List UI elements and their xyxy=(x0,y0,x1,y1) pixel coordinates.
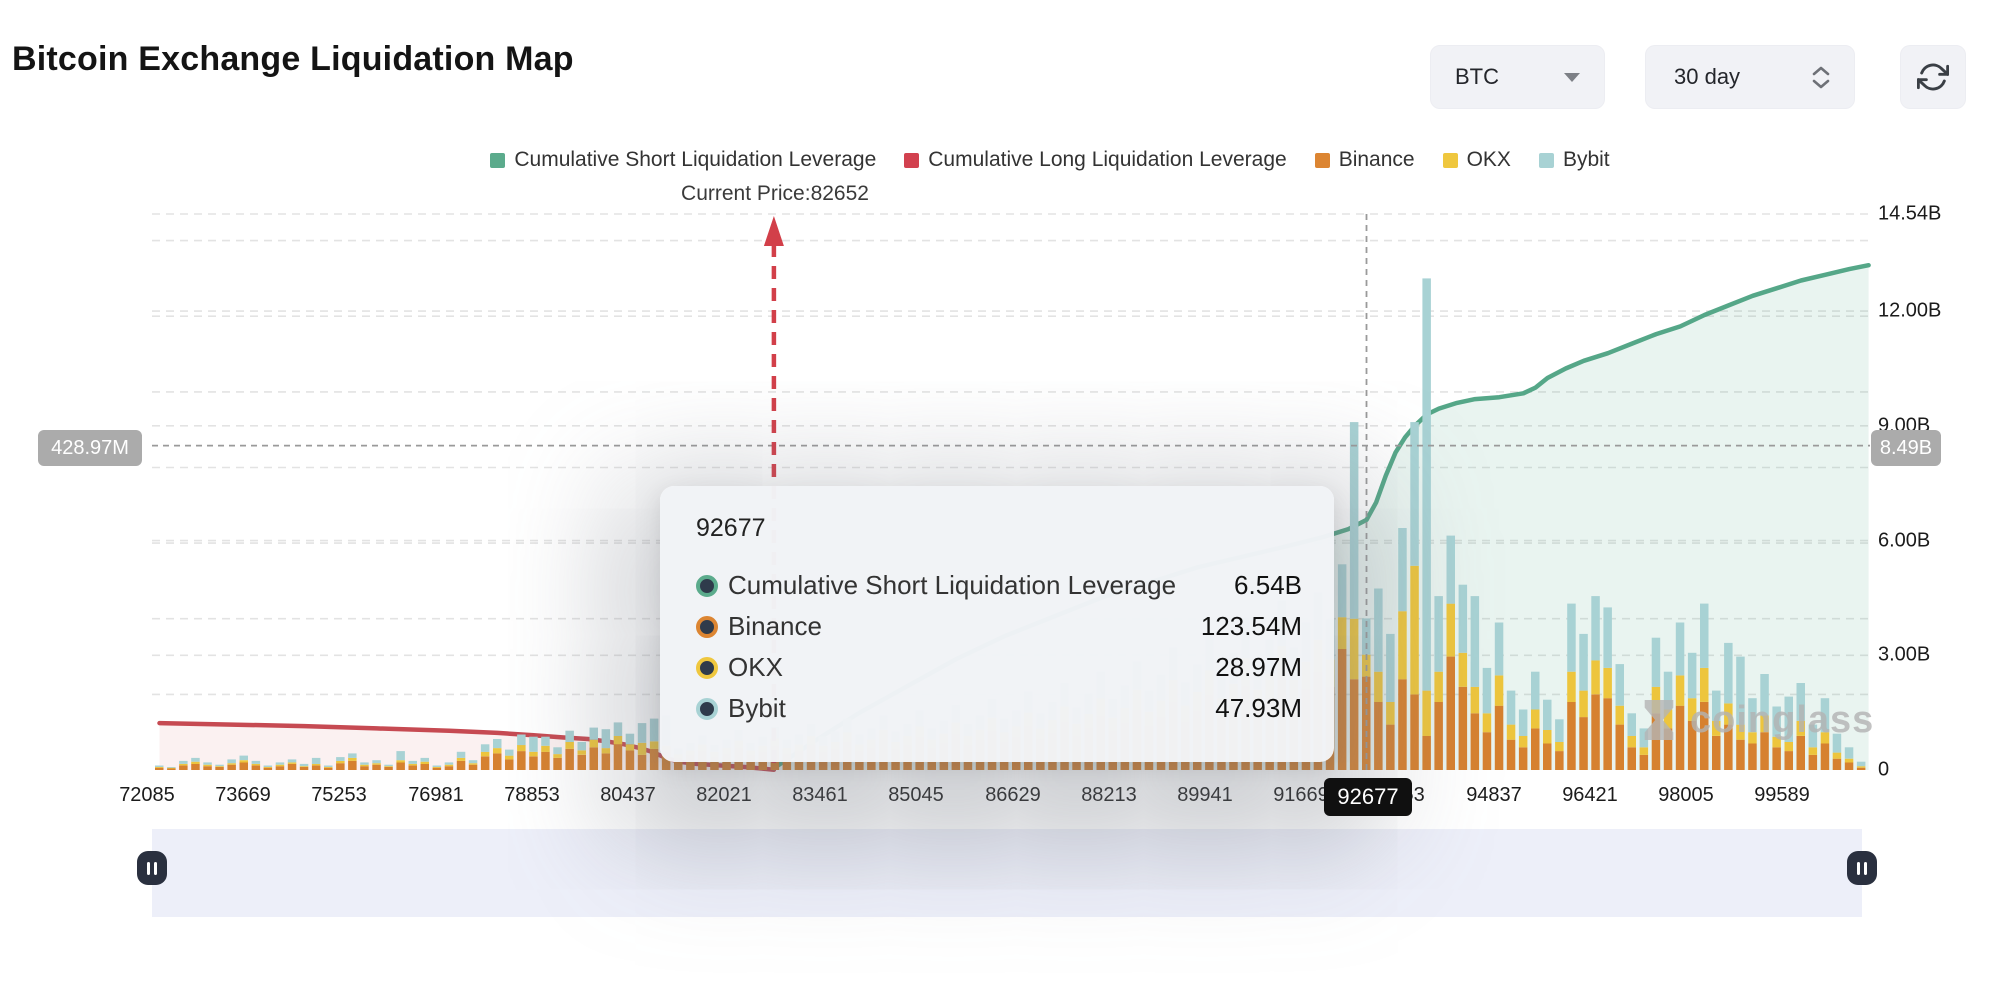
right-axis-tick: 0 xyxy=(1878,759,1889,782)
series-ring-icon xyxy=(696,575,718,597)
brush-handle-right[interactable] xyxy=(1847,851,1877,885)
coin-select-value: BTC xyxy=(1455,64,1499,90)
chart-legend: Cumulative Short Liquidation Leverage Cu… xyxy=(100,148,2000,172)
legend-swatch xyxy=(490,153,505,168)
watermark-text: coinglass xyxy=(1690,699,1874,742)
legend-item-binance[interactable]: Binance xyxy=(1315,148,1415,172)
right-axis-tick: 6.00B xyxy=(1878,530,1930,553)
page-title: Bitcoin Exchange Liquidation Map xyxy=(12,40,574,79)
right-axis-tick: 14.54B xyxy=(1878,203,1941,226)
legend-label: Binance xyxy=(1339,148,1415,172)
x-axis-tick: 75253 xyxy=(311,784,367,807)
x-axis-tick: 82021 xyxy=(696,784,752,807)
legend-label: Cumulative Long Liquidation Leverage xyxy=(928,148,1286,172)
legend-label: Bybit xyxy=(1563,148,1610,172)
tooltip-price: 92677 xyxy=(696,514,1302,543)
crosshair-x-badge: 92677 xyxy=(1324,778,1412,816)
x-axis-tick: 89941 xyxy=(1177,784,1233,807)
legend-swatch xyxy=(1443,153,1458,168)
range-select[interactable]: 30 day xyxy=(1645,45,1855,109)
x-axis-tick: 91669 xyxy=(1273,784,1329,807)
legend-label: Cumulative Short Liquidation Leverage xyxy=(514,148,876,172)
refresh-button[interactable] xyxy=(1900,45,1966,109)
x-axis-tick: 86629 xyxy=(985,784,1041,807)
right-axis-tick: 3.00B xyxy=(1878,644,1930,667)
x-axis-tick: 98005 xyxy=(1658,784,1714,807)
series-ring-icon xyxy=(696,616,718,638)
x-axis-tick: 83461 xyxy=(792,784,848,807)
x-axis-tick: 72085 xyxy=(119,784,175,807)
series-ring-icon xyxy=(696,698,718,720)
x-axis-tick: 80437 xyxy=(600,784,656,807)
crosshair-right-badge: 8.49B xyxy=(1871,430,1941,466)
watermark: coinglass xyxy=(1638,697,1874,743)
legend-swatch xyxy=(1315,153,1330,168)
refresh-icon xyxy=(1917,61,1949,93)
zoom-brush-track[interactable] xyxy=(152,829,1862,917)
legend-label: OKX xyxy=(1467,148,1511,172)
legend-item-cumulative-long[interactable]: Cumulative Long Liquidation Leverage xyxy=(904,148,1286,172)
legend-swatch xyxy=(1539,153,1554,168)
tooltip-row-short-leverage: Cumulative Short Liquidation Leverage 6.… xyxy=(696,565,1302,606)
series-ring-icon xyxy=(696,657,718,679)
coin-select[interactable]: BTC xyxy=(1430,45,1605,109)
chevron-down-icon xyxy=(1564,73,1580,82)
x-axis-tick: 73669 xyxy=(215,784,271,807)
legend-item-okx[interactable]: OKX xyxy=(1443,148,1511,172)
x-axis-tick: 96421 xyxy=(1562,784,1618,807)
liquidation-map-page: Bitcoin Exchange Liquidation Map BTC 30 … xyxy=(0,0,2000,985)
x-axis-tick: 76981 xyxy=(408,784,464,807)
stepper-icon xyxy=(1812,66,1830,89)
x-axis-tick: 94837 xyxy=(1466,784,1522,807)
tooltip-row-okx: OKX 28.97M xyxy=(696,647,1302,688)
legend-swatch xyxy=(904,153,919,168)
legend-item-cumulative-short[interactable]: Cumulative Short Liquidation Leverage xyxy=(490,148,876,172)
current-price-label: Current Price:82652 xyxy=(575,182,975,206)
x-axis-tick: 78853 xyxy=(504,784,560,807)
crosshair-left-badge: 428.97M xyxy=(38,430,142,466)
x-axis-tick: 99589 xyxy=(1754,784,1810,807)
x-axis-tick: 85045 xyxy=(888,784,944,807)
brush-handle-left[interactable] xyxy=(137,851,167,885)
legend-item-bybit[interactable]: Bybit xyxy=(1539,148,1610,172)
hover-tooltip: 92677 Cumulative Short Liquidation Lever… xyxy=(660,486,1334,762)
coinglass-logo-icon xyxy=(1638,697,1680,743)
tooltip-row-binance: Binance 123.54M xyxy=(696,606,1302,647)
tooltip-row-bybit: Bybit 47.93M xyxy=(696,688,1302,729)
right-axis-tick: 12.00B xyxy=(1878,300,1941,323)
x-axis-tick: 88213 xyxy=(1081,784,1137,807)
range-select-value: 30 day xyxy=(1674,64,1740,90)
